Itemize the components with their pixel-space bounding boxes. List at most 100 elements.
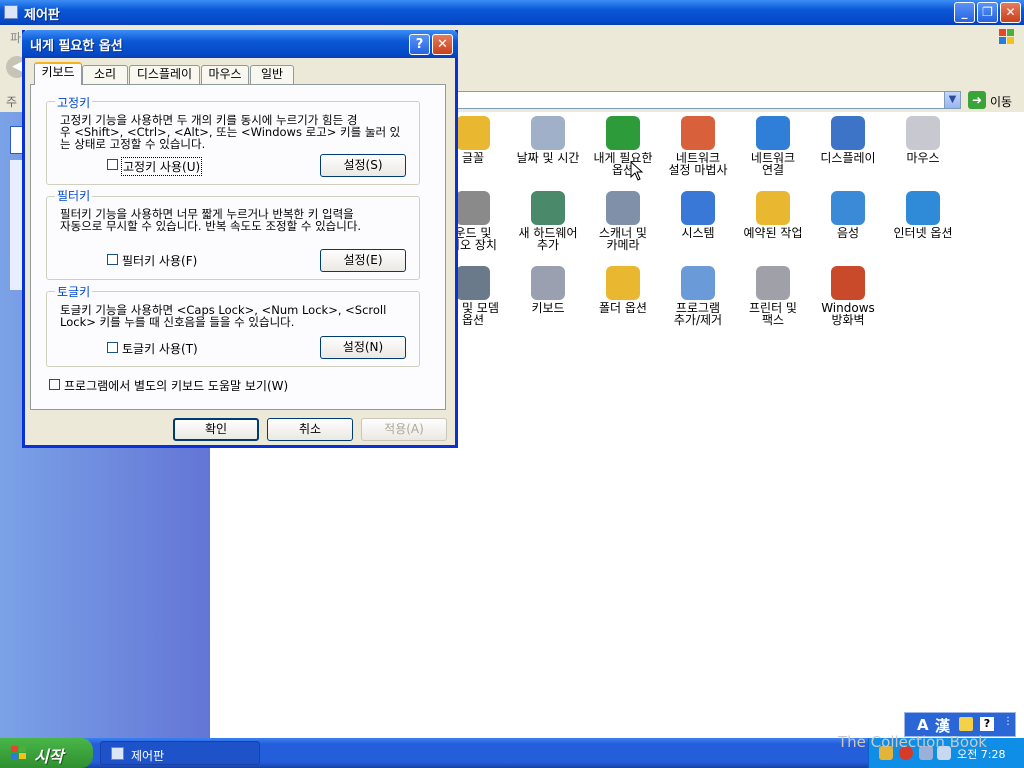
control-panel-item[interactable]: 시스템 <box>660 191 736 239</box>
speaker-icon <box>456 191 490 225</box>
stickykeys-checkbox[interactable] <box>107 159 118 170</box>
desc-line: 는 상태로 고정할 수 있습니다. <box>60 137 206 151</box>
control-panel-item-label: 예약된 작업 <box>743 226 803 240</box>
control-panel-item-label: 추가/제거 <box>673 313 723 327</box>
control-panel-item[interactable]: 내게 필요한 옵션 <box>585 116 661 176</box>
keyboard-icon <box>531 266 565 300</box>
dialog-title: 내게 필요한 옵션 <box>30 39 123 54</box>
control-panel-item[interactable]: 예약된 작업 <box>735 191 811 239</box>
tab-display[interactable]: 디스플레이 <box>129 65 200 84</box>
togglekeys-checkbox-label[interactable]: 토글키 사용(T) <box>122 340 198 357</box>
control-panel-item-label: 폴더 옵션 <box>599 301 647 315</box>
go-label: 이동 <box>990 95 1013 109</box>
fonts-folder-icon <box>456 116 490 150</box>
phone-modem-icon <box>456 266 490 300</box>
stickykeys-title: 고정키 <box>55 94 93 111</box>
address-label: 주 <box>6 95 18 109</box>
add-remove-programs-icon <box>681 266 715 300</box>
windows-flag-icon <box>10 745 28 761</box>
tab-sound[interactable]: 소리 <box>82 65 128 84</box>
desc-line: Lock> 키를 누를 때 신호음을 들을 수 있습니다. <box>60 315 295 329</box>
togglekeys-title: 토글키 <box>55 283 93 300</box>
control-panel-item[interactable]: 인터넷 옵션 <box>885 191 961 239</box>
taskbar-item-control-panel[interactable]: 제어판 <box>100 741 260 765</box>
scanner-camera-icon <box>606 191 640 225</box>
control-panel-item-label: 마우스 <box>906 151 940 165</box>
control-panel-icon <box>4 5 18 19</box>
tab-keyboard[interactable]: 키보드 <box>34 62 82 85</box>
help-icon[interactable]: ? <box>980 717 994 731</box>
control-panel-item[interactable]: Windows 방화벽 <box>810 266 886 326</box>
ok-button[interactable]: 확인 <box>173 418 259 441</box>
address-dropdown-button[interactable]: ▼ <box>944 91 961 109</box>
menu-item-file[interactable]: 파 <box>10 29 21 46</box>
togglekeys-settings-button[interactable]: 설정(N) <box>320 336 406 359</box>
close-button[interactable]: ✕ <box>1000 2 1021 23</box>
extra-keyboard-help-label[interactable]: 프로그램에서 별도의 키보드 도움말 보기(W) <box>64 377 288 394</box>
firewall-icon <box>831 266 865 300</box>
internet-options-icon <box>906 191 940 225</box>
control-panel-item[interactable]: 디스플레이 <box>810 116 886 164</box>
printer-fax-icon <box>756 266 790 300</box>
control-panel-item[interactable]: 네트워크 연결 <box>735 116 811 176</box>
tab-general[interactable]: 일반 <box>250 65 294 84</box>
cancel-button[interactable]: 취소 <box>267 418 353 441</box>
stickykeys-settings-button[interactable]: 설정(S) <box>320 154 406 177</box>
dialog-close-button[interactable]: ✕ <box>432 34 453 55</box>
stickykeys-checkbox-label[interactable]: 고정키 사용(U) <box>121 157 203 176</box>
folder-options-icon <box>606 266 640 300</box>
clock-calendar-icon <box>531 116 565 150</box>
main-window-title: 제어판 <box>24 8 60 23</box>
start-button[interactable]: 시작 <box>0 738 93 768</box>
langbar-options-icon[interactable]: ⋮ <box>1003 716 1013 727</box>
desc-line: 자동으로 무시할 수 있습니다. 반복 속도도 조정할 수 있습니다. <box>60 219 362 233</box>
extra-keyboard-help-checkbox[interactable] <box>49 379 60 390</box>
control-panel-item[interactable]: 키보드 <box>510 266 586 314</box>
control-panel-item[interactable]: 프린터 및 팩스 <box>735 266 811 326</box>
control-panel-item[interactable]: 폴더 옵션 <box>585 266 661 314</box>
go-arrow-icon: ➜ <box>968 91 986 109</box>
filterkeys-title: 필터키 <box>55 187 93 204</box>
filterkeys-checkbox[interactable] <box>107 254 118 265</box>
control-panel-item-label: 방화벽 <box>831 313 865 327</box>
control-panel-item[interactable]: 네트워크 설정 마법사 <box>660 116 736 176</box>
control-panel-item-label: 카메라 <box>606 238 640 252</box>
input-mode-button[interactable]: A <box>917 716 929 734</box>
control-panel-task-icon <box>111 747 124 760</box>
watermark: The Collection Book <box>838 733 987 751</box>
control-panel-item-label: 날짜 및 시간 <box>516 151 580 165</box>
globe-network-icon <box>756 116 790 150</box>
minimize-button[interactable]: _ <box>954 2 975 23</box>
control-panel-item[interactable]: 새 하드웨어 추가 <box>510 191 586 251</box>
ime-pad-icon[interactable] <box>959 717 973 731</box>
address-input[interactable] <box>455 91 945 109</box>
control-panel-item[interactable]: 음성 <box>810 191 886 239</box>
filterkeys-settings-button[interactable]: 설정(E) <box>320 249 406 272</box>
filterkeys-checkbox-label[interactable]: 필터키 사용(F) <box>122 252 197 269</box>
taskbar-item-label: 제어판 <box>131 749 165 763</box>
control-panel-item[interactable]: 날짜 및 시간 <box>510 116 586 164</box>
control-panel-item[interactable]: 프로그램 추가/제거 <box>660 266 736 326</box>
stickykeys-description: 고정키 기능을 사용하면 두 개의 키를 동시에 누르기가 힘든 경 우 <Sh… <box>60 114 410 150</box>
togglekeys-checkbox[interactable] <box>107 342 118 353</box>
help-button[interactable]: ? <box>409 34 430 55</box>
speech-icon <box>831 191 865 225</box>
control-panel-item-label: 음성 <box>836 226 860 240</box>
display-icon <box>831 116 865 150</box>
main-titlebar[interactable] <box>0 0 1024 25</box>
control-panel-item-label: 옵션 <box>611 163 635 177</box>
control-panel-item-label: 키보드 <box>531 301 565 315</box>
restore-button[interactable]: ❐ <box>977 2 998 23</box>
filterkeys-description: 필터키 기능을 사용하면 너무 짧게 누르거나 반복한 키 입력을 자동으로 무… <box>60 208 410 232</box>
scheduled-tasks-icon <box>756 191 790 225</box>
windows-logo-icon <box>994 26 1020 48</box>
task-pane-panel <box>10 160 22 290</box>
control-panel-item[interactable]: 스캐너 및 카메라 <box>585 191 661 251</box>
mouse-cursor-icon <box>630 160 644 181</box>
control-panel-item-label: 디스플레이 <box>820 151 876 165</box>
tab-mouse[interactable]: 마우스 <box>201 65 249 84</box>
control-panel-item[interactable]: 마우스 <box>885 116 961 164</box>
apply-button[interactable]: 적용(A) <box>361 418 447 441</box>
togglekeys-description: 토글키 기능을 사용하면 <Caps Lock>, <Num Lock>, <S… <box>60 304 410 328</box>
network-house-icon <box>681 116 715 150</box>
